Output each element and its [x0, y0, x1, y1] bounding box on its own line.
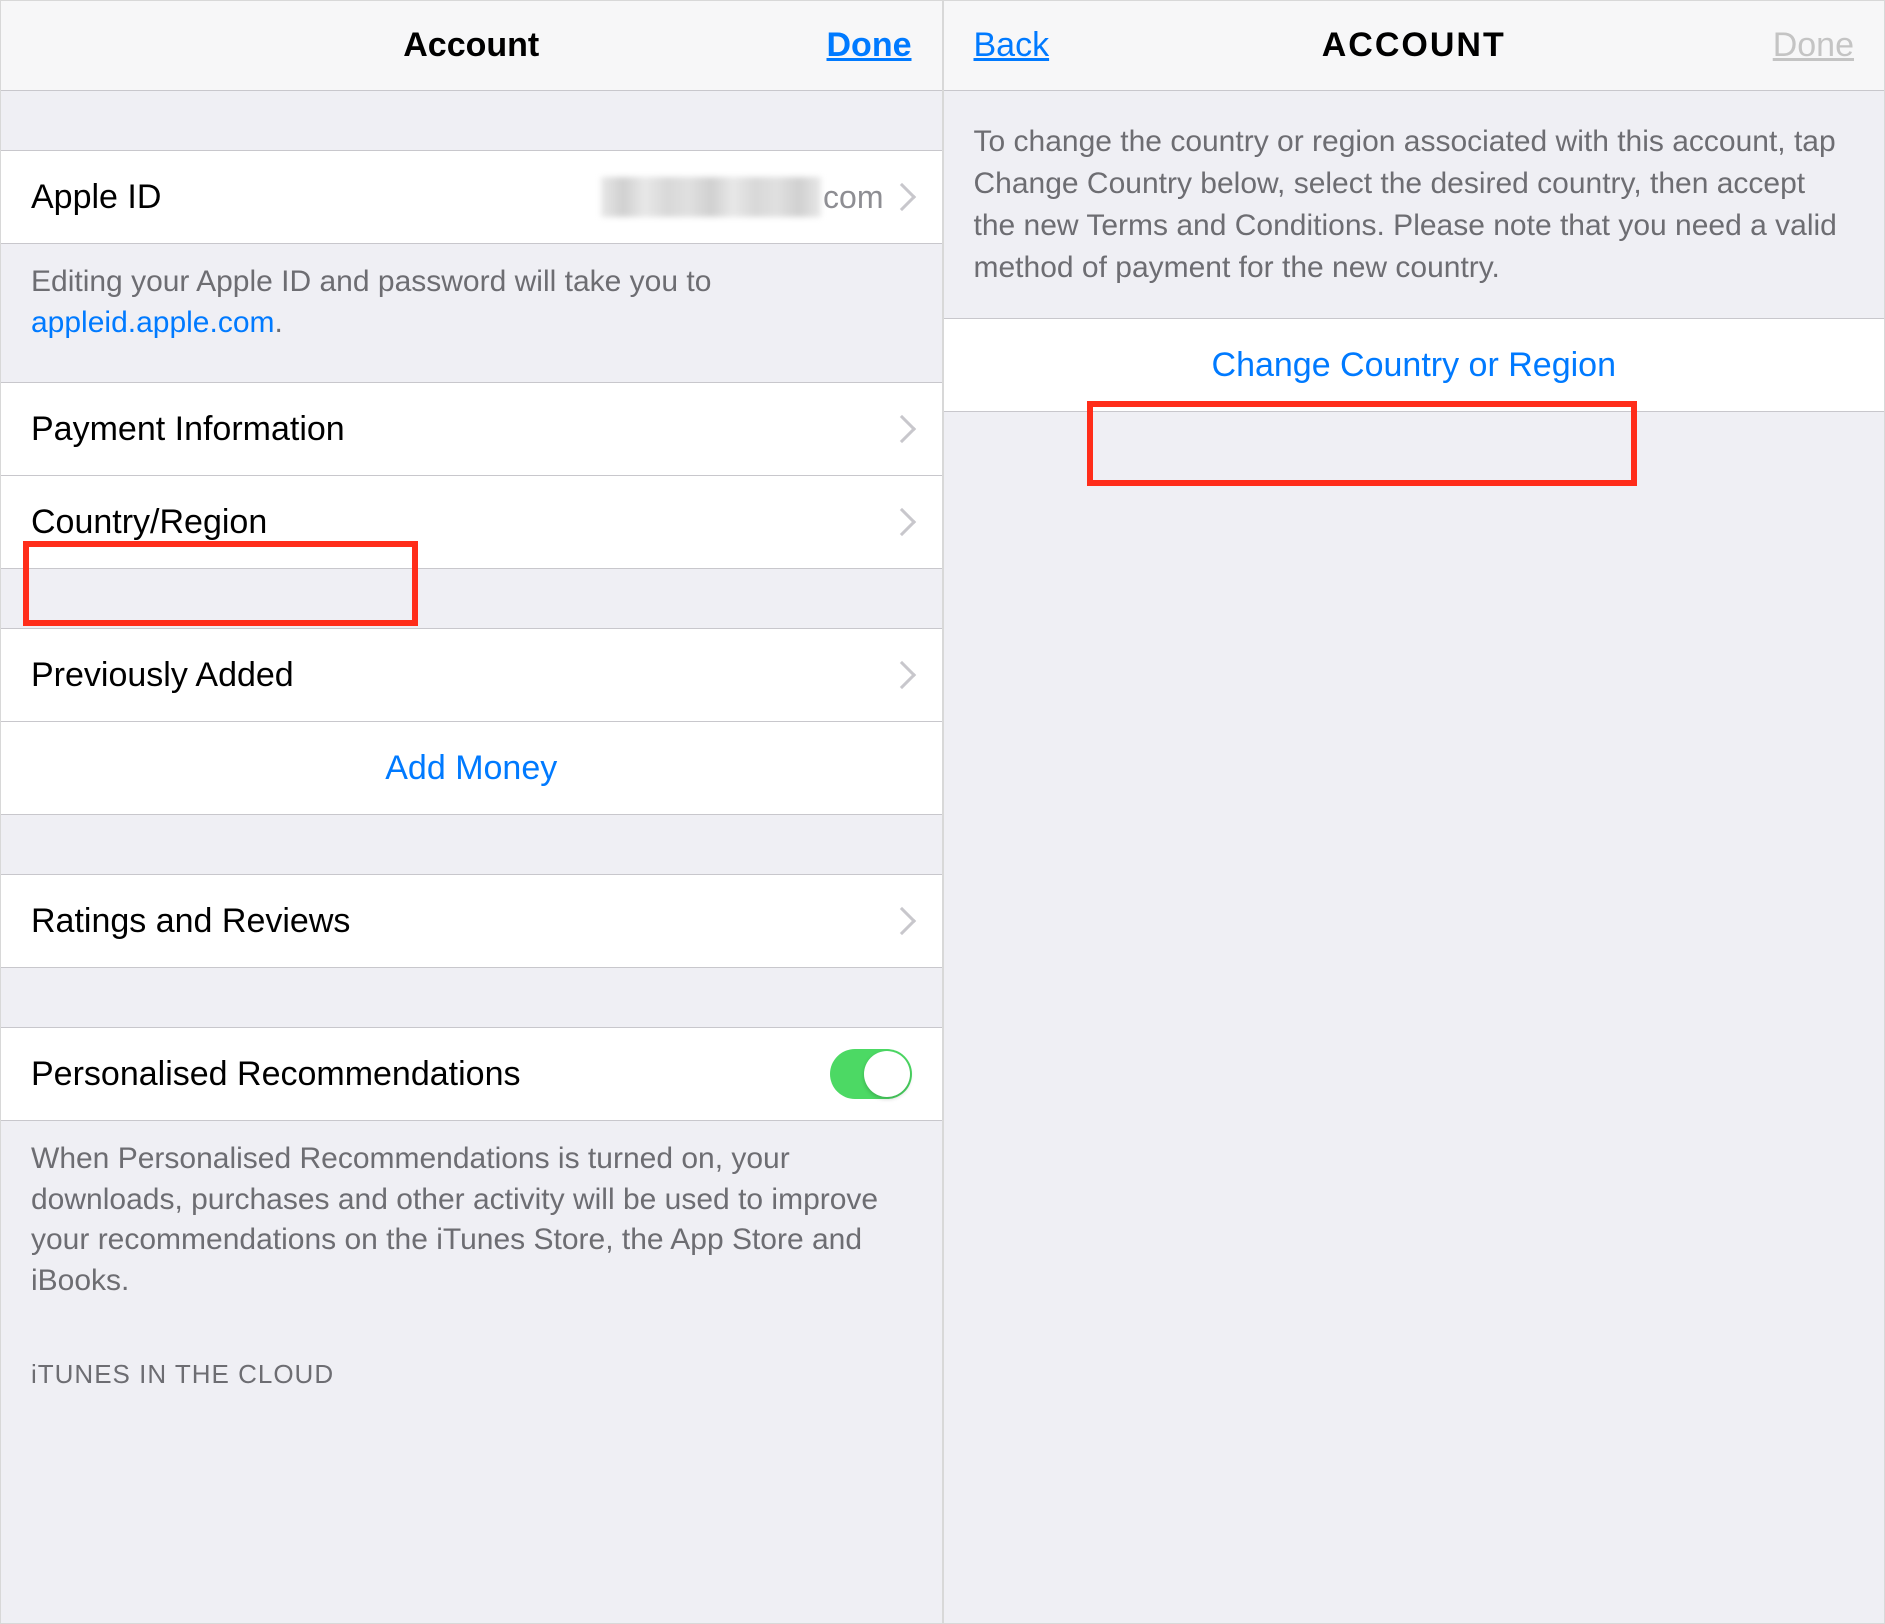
payment-information-cell[interactable]: Payment Information [1, 382, 942, 476]
chevron-right-icon [887, 508, 915, 536]
country-region-cell[interactable]: Country/Region [1, 475, 942, 569]
personalised-recs-footer: When Personalised Recommendations is tur… [1, 1121, 942, 1319]
chevron-right-icon [887, 183, 915, 211]
apple-id-footer: Editing your Apple ID and password will … [1, 244, 942, 361]
blurred-email [601, 177, 821, 217]
add-money-cell[interactable]: Add Money [1, 721, 942, 815]
personalised-recs-cell: Personalised Recommendations [1, 1027, 942, 1121]
chevron-right-icon [887, 907, 915, 935]
country-region-label: Country/Region [31, 503, 267, 542]
account-panel-left: Account Done Apple ID com Editing your A… [0, 0, 943, 1624]
ratings-reviews-cell[interactable]: Ratings and Reviews [1, 874, 942, 968]
back-button[interactable]: Back [974, 26, 1050, 64]
apple-id-value: com [601, 177, 911, 217]
chevron-right-icon [887, 661, 915, 689]
ratings-reviews-label: Ratings and Reviews [31, 902, 350, 941]
add-money-label: Add Money [385, 749, 557, 788]
apple-id-cell[interactable]: Apple ID com [1, 150, 942, 244]
appleid-link[interactable]: appleid.apple.com [31, 306, 275, 339]
done-button-disabled: Done [1773, 26, 1854, 64]
apple-id-label: Apple ID [31, 178, 161, 217]
previously-added-label: Previously Added [31, 656, 294, 695]
change-country-info: To change the country or region associat… [944, 91, 1885, 319]
change-country-label: Change Country or Region [1212, 346, 1616, 385]
previously-added-cell[interactable]: Previously Added [1, 628, 942, 722]
nav-title: Account [403, 26, 539, 64]
personalised-recs-toggle[interactable] [830, 1049, 912, 1099]
personalised-recs-label: Personalised Recommendations [31, 1055, 520, 1094]
nav-bar: Back ACCOUNT Done [944, 1, 1885, 91]
itunes-cloud-header: iTUNES IN THE CLOUD [1, 1319, 942, 1402]
change-country-cell[interactable]: Change Country or Region [944, 318, 1885, 412]
payment-information-label: Payment Information [31, 410, 345, 449]
account-panel-right: Back ACCOUNT Done To change the country … [943, 0, 1885, 1624]
done-button[interactable]: Done [827, 26, 912, 64]
nav-bar: Account Done [1, 1, 942, 91]
chevron-right-icon [887, 415, 915, 443]
nav-title: ACCOUNT [1322, 26, 1506, 64]
